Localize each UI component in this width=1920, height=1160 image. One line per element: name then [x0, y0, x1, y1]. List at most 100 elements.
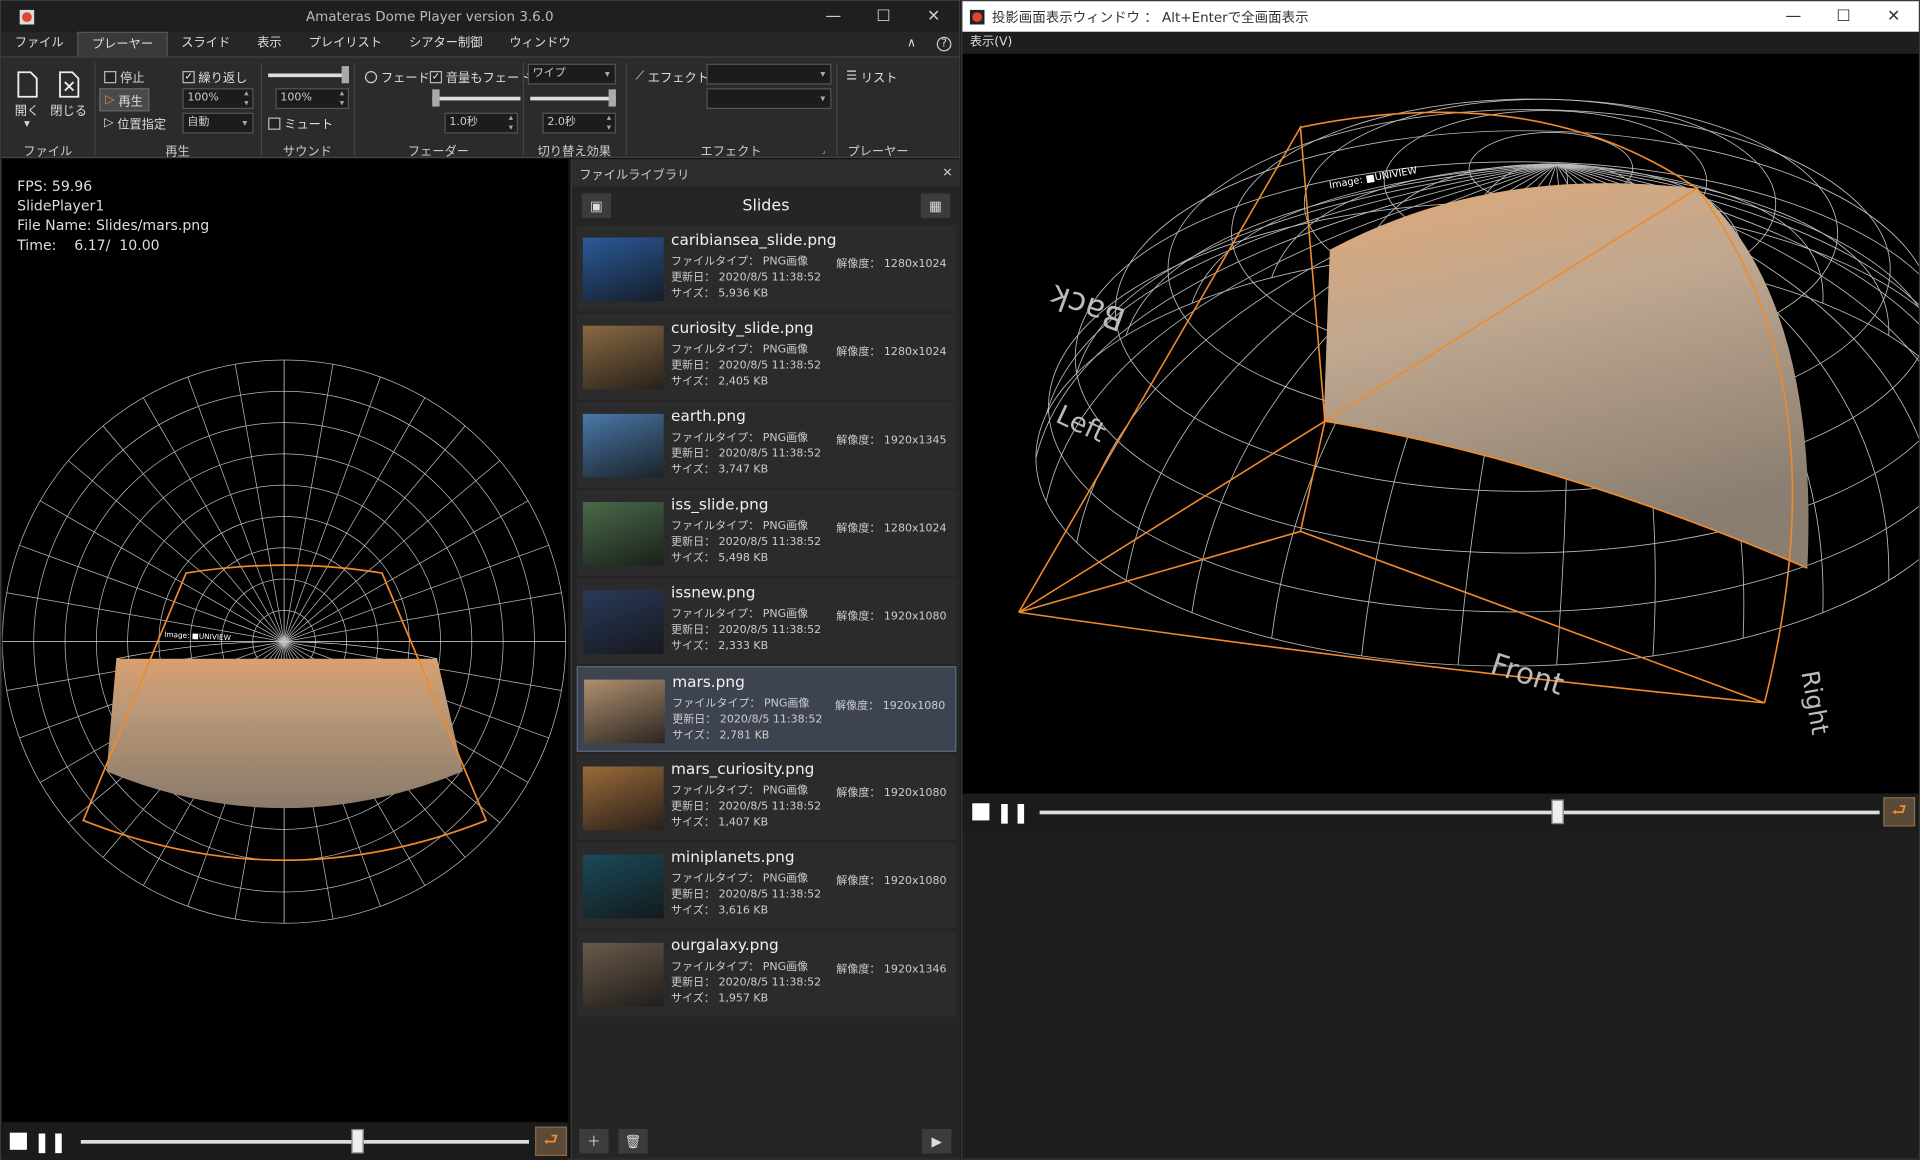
- seek-bar[interactable]: [80, 1140, 529, 1144]
- file-item[interactable]: curiosity_slide.png ファイルタイプ： PNG画像 更新日： 20…: [576, 313, 957, 400]
- play-selected-button[interactable]: ▶: [922, 1128, 952, 1154]
- pause-button[interactable]: ❚❚: [34, 1125, 67, 1157]
- fade-button[interactable]: フェード: [364, 67, 430, 86]
- res-label: 解像度：: [836, 963, 881, 976]
- collapse-ribbon-icon[interactable]: ∧: [893, 32, 929, 56]
- maximize-button[interactable]: ☐: [1818, 1, 1868, 32]
- maximize-button[interactable]: ☐: [858, 1, 908, 32]
- loop-button[interactable]: ⮐: [1883, 797, 1916, 827]
- file-item[interactable]: earth.png ファイルタイプ： PNG画像 更新日： 2020/8/5 11:…: [576, 401, 957, 488]
- file-item[interactable]: ourgalaxy.png ファイルタイプ： PNG画像 更新日： 2020/8/5…: [576, 930, 957, 1017]
- file-res: 1920x1080: [883, 875, 947, 888]
- play-button[interactable]: ▷ 再生: [99, 88, 150, 112]
- main-titlebar: Amateras Dome Player version 3.6.0 — ☐ ✕: [1, 1, 959, 32]
- mode-combo[interactable]: 自動: [182, 112, 254, 134]
- file-resolution: 解像度： 1920x1080: [835, 697, 945, 713]
- close-button[interactable]: ✕: [909, 1, 959, 32]
- front-label: Front: [1487, 647, 1568, 702]
- seek-thumb[interactable]: [351, 1128, 364, 1154]
- trash-icon: 🗑: [624, 1133, 642, 1150]
- switch-thumb[interactable]: [608, 89, 616, 107]
- file-date: 2020/8/5 11:38:52: [718, 272, 822, 285]
- pause-button[interactable]: ❚❚: [996, 796, 1029, 828]
- sound-fade-checkbox[interactable]: ✓ 音量もフェード: [429, 67, 531, 86]
- file-item[interactable]: miniplanets.png ファイルタイプ： PNG画像 更新日： 2020/8…: [576, 842, 957, 929]
- effect-button[interactable]: ⟋ エフェクト: [636, 67, 709, 86]
- repeat-checkbox[interactable]: ✓ 繰り返し: [182, 67, 247, 86]
- effect-combo-1[interactable]: [706, 63, 832, 85]
- file-item[interactable]: mars.png ファイルタイプ： PNG画像 更新日： 2020/8/5 11:3…: [576, 666, 957, 752]
- type-label: ファイルタイプ：: [671, 520, 760, 533]
- fader-thumb[interactable]: [432, 89, 440, 107]
- help-icon[interactable]: ?: [929, 32, 958, 56]
- check-icon: ✓: [182, 70, 195, 83]
- volume-slider[interactable]: [268, 66, 349, 84]
- volume-spinner[interactable]: 100%: [275, 88, 349, 109]
- stop-button[interactable]: 停止: [104, 67, 144, 86]
- minimize-button[interactable]: —: [808, 1, 858, 32]
- date-label: 更新日：: [671, 801, 716, 814]
- seek-bar[interactable]: [1039, 810, 1880, 815]
- close-button[interactable]: ✕: [1869, 1, 1919, 32]
- grid-view-button[interactable]: ▦: [920, 193, 951, 218]
- speed-spinner[interactable]: 100%: [182, 88, 254, 109]
- dialog-launcher-icon[interactable]: ⌟: [822, 146, 826, 156]
- file-date: 2020/8/5 11:38:52: [718, 977, 822, 990]
- projection-viewport[interactable]: Image: ■UNIVIEW Back Left Front Right: [962, 53, 1920, 794]
- menu-view[interactable]: 表示(V): [970, 36, 1012, 49]
- menu-theater[interactable]: シアター制御: [396, 32, 496, 56]
- open-button[interactable]: 開く ▼: [13, 70, 40, 129]
- stop-button[interactable]: [965, 796, 997, 828]
- dome-viewport[interactable]: FPS: 59.96 SlidePlayer1 File Name: Slide…: [2, 159, 569, 1122]
- list-label: リスト: [860, 72, 898, 86]
- res-label: 解像度：: [836, 434, 881, 447]
- switch-effect-combo[interactable]: ワイプ: [527, 63, 616, 85]
- switch-time-spinner[interactable]: 2.0秒: [542, 112, 616, 134]
- menu-view[interactable]: 表示: [244, 32, 295, 56]
- fade-time-spinner[interactable]: 1.0秒: [444, 112, 518, 134]
- file-res: 1280x1024: [883, 346, 947, 359]
- switch-slider[interactable]: [530, 89, 616, 107]
- menu-slide[interactable]: スライド: [168, 32, 244, 56]
- mute-checkbox[interactable]: ミュート: [268, 114, 333, 132]
- file-thumbnail: [582, 766, 664, 831]
- minimize-button[interactable]: —: [1768, 1, 1818, 32]
- menu-window[interactable]: ウィンドウ: [496, 32, 584, 56]
- res-label: 解像度：: [835, 700, 880, 713]
- menu-file[interactable]: ファイル: [1, 32, 77, 56]
- folder-icon: ▣: [589, 197, 603, 214]
- stop-button[interactable]: [2, 1125, 34, 1157]
- sound-group-label: サウンド: [282, 145, 332, 160]
- close-icon[interactable]: ✕: [942, 166, 952, 179]
- grid-icon: ▦: [929, 197, 942, 214]
- file-item[interactable]: iss_slide.png ファイルタイプ： PNG画像 更新日： 2020/8/5…: [576, 489, 957, 576]
- type-label: ファイルタイプ：: [671, 873, 760, 886]
- seek-thumb[interactable]: [1551, 799, 1564, 825]
- file-item[interactable]: caribiansea_slide.png ファイルタイプ： PNG画像 更新日： …: [576, 225, 957, 312]
- mars-slide-image: [106, 658, 463, 809]
- right-label: Right: [1795, 668, 1835, 737]
- res-label: 解像度：: [836, 258, 881, 271]
- close-file-button[interactable]: 閉じる: [50, 70, 87, 119]
- loop-button[interactable]: ⮐: [535, 1126, 567, 1156]
- file-item[interactable]: issnew.png ファイルタイプ： PNG画像 更新日： 2020/8/5 11…: [576, 577, 957, 664]
- file-item[interactable]: mars_curiosity.png ファイルタイプ： PNG画像 更新日： 202…: [576, 754, 957, 841]
- menu-player[interactable]: プレーヤー: [77, 31, 168, 57]
- menu-playlist[interactable]: プレイリスト: [295, 32, 395, 56]
- delete-button[interactable]: 🗑: [618, 1128, 648, 1154]
- effect-combo-2[interactable]: [706, 88, 832, 109]
- left-label: Left: [1051, 399, 1110, 449]
- list-button[interactable]: ☰ リスト: [846, 67, 898, 86]
- projection-menu-bar: 表示(V): [962, 31, 1919, 54]
- position-button[interactable]: ▷ 位置指定: [104, 114, 166, 132]
- fader-slider[interactable]: [432, 89, 521, 107]
- library-footer: ＋ 🗑 ▶: [572, 1124, 959, 1158]
- file-thumbnail: [584, 679, 665, 744]
- file-resolution: 解像度： 1920x1080: [836, 872, 946, 888]
- main-transport: ❚❚ ⮐: [2, 1122, 569, 1160]
- add-button[interactable]: ＋: [579, 1128, 609, 1154]
- volume-thumb[interactable]: [341, 66, 349, 84]
- folder-button[interactable]: ▣: [581, 193, 612, 218]
- size-label: サイズ：: [671, 376, 715, 389]
- file-date: 2020/8/5 11:38:52: [718, 801, 822, 814]
